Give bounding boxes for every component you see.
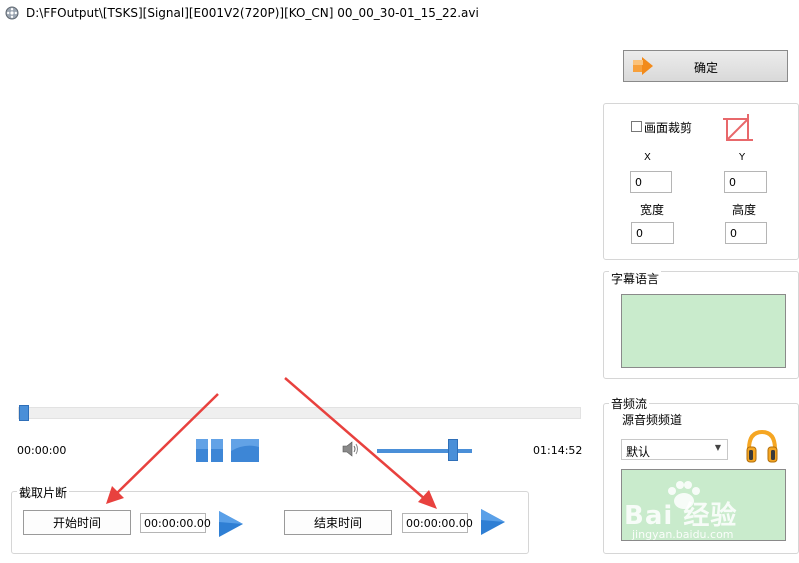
crop-width-field[interactable]: 0 [631, 222, 674, 244]
crop-x-label: X [644, 152, 651, 163]
volume-thumb[interactable] [448, 439, 458, 461]
watermark-brand: Bai 经验 [624, 501, 738, 531]
audio-channel-label: 源音频频道 [622, 413, 683, 427]
crop-checkbox-label: 画面裁剪 [644, 121, 693, 135]
audio-channel-value: 默认 [626, 445, 651, 459]
crop-x-field[interactable]: 0 [630, 171, 672, 193]
audio-legend: 音频流 [609, 395, 650, 412]
crop-y-field[interactable]: 0 [724, 171, 767, 193]
crop-width-label: 宽度 [640, 203, 665, 217]
crop-checkbox[interactable] [631, 121, 642, 132]
crop-height-field[interactable]: 0 [725, 222, 767, 244]
film-reel-icon [5, 6, 19, 20]
seek-thumb[interactable] [19, 405, 29, 421]
video-preview[interactable] [0, 28, 598, 400]
start-time-field[interactable]: 00:00:00.00 [140, 513, 211, 533]
play-start-icon[interactable] [217, 510, 245, 538]
clip-group-legend: 截取片断 [17, 484, 70, 501]
crop-y-label: Y [739, 152, 746, 163]
title-bar: D:\FFOutput\[TSKS][Signal][E001V2(720P)]… [0, 0, 799, 26]
subtitle-list[interactable] [621, 294, 786, 368]
end-time-field[interactable]: 00:00:00.00 [402, 513, 473, 533]
crop-icon [723, 114, 753, 141]
audio-channel-select[interactable]: 默认 ▼ [621, 439, 728, 460]
pause-icon[interactable] [195, 438, 224, 463]
headphone-icon [746, 429, 778, 463]
confirm-label: 确定 [694, 61, 719, 75]
confirm-button[interactable]: 确定 [623, 50, 788, 82]
play-end-icon[interactable] [479, 508, 507, 536]
window-title: D:\FFOutput\[TSKS][Signal][E001V2(720P)]… [26, 6, 479, 20]
crop-height-label: 高度 [732, 203, 757, 217]
watermark-url: jingyan.baidu.com [632, 528, 734, 541]
speaker-icon[interactable] [341, 441, 359, 457]
total-time: 01:14:52 [533, 444, 583, 457]
orange-arrow-icon [633, 57, 653, 75]
stop-icon[interactable] [230, 438, 260, 463]
start-time-button[interactable]: 开始时间 [23, 510, 131, 535]
subtitle-legend: 字幕语言 [609, 270, 662, 287]
current-time: 00:00:00 [17, 444, 67, 457]
chevron-down-icon: ▼ [714, 443, 721, 452]
end-time-button[interactable]: 结束时间 [284, 510, 392, 535]
seek-bar[interactable] [18, 407, 581, 419]
